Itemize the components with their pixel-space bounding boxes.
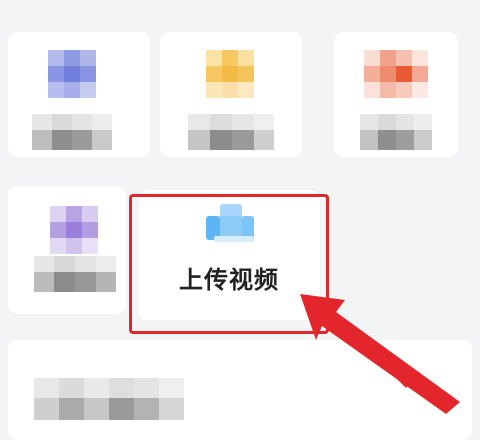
red-arrow-annotation <box>300 294 460 414</box>
